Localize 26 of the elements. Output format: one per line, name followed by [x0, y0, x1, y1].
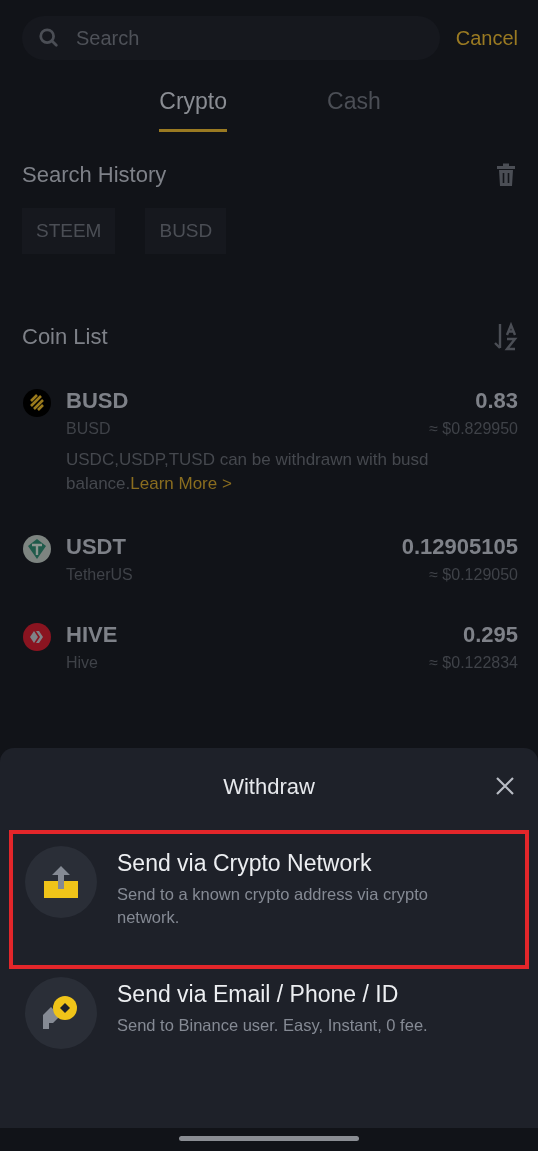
- coin-amount: 0.295: [462, 621, 518, 648]
- trash-icon[interactable]: [494, 162, 518, 188]
- option-title: Send via Crypto Network: [117, 850, 373, 877]
- coin-symbol: USDT: [66, 533, 126, 560]
- coin-amount: 0.12905105: [401, 533, 518, 560]
- close-icon[interactable]: [495, 776, 515, 796]
- coin-t-icon: [22, 533, 52, 564]
- upload-box-icon: [43, 864, 79, 900]
- option-title: Send via Email / Phone / ID: [117, 981, 400, 1009]
- section-title: Search History: [22, 162, 167, 188]
- learn-more-link[interactable]: Learn More >: [130, 473, 232, 493]
- search-icon: [38, 27, 60, 49]
- withdraw-option[interactable]: Send via Email / Phone / ID Send to Binance user. Easy, Instant, 0 fee.: [9, 969, 529, 1090]
- sort-icon[interactable]: [492, 322, 518, 352]
- withdraw-option[interactable]: Send via Crypto Network Send to a known crypto address via crypto network.: [9, 830, 529, 970]
- tab[interactable]: Crypto: [159, 88, 227, 132]
- coin-symbol: BUSD: [66, 388, 129, 414]
- coin-amount: 0.83: [475, 388, 518, 414]
- coin-symbol: HIVE: [66, 621, 118, 648]
- search-field[interactable]: Search: [22, 16, 440, 60]
- coin-stripes-icon: [22, 388, 52, 418]
- sheet-title: Withdraw: [223, 774, 315, 799]
- option-description: Send to Binance user. Easy, Instant, 0 fee.: [117, 1015, 429, 1037]
- option-description: Send to a known crypto address via crypto network.: [117, 884, 429, 929]
- cancel-button[interactable]: Cancel: [455, 26, 518, 50]
- section-title: Coin List: [22, 324, 108, 350]
